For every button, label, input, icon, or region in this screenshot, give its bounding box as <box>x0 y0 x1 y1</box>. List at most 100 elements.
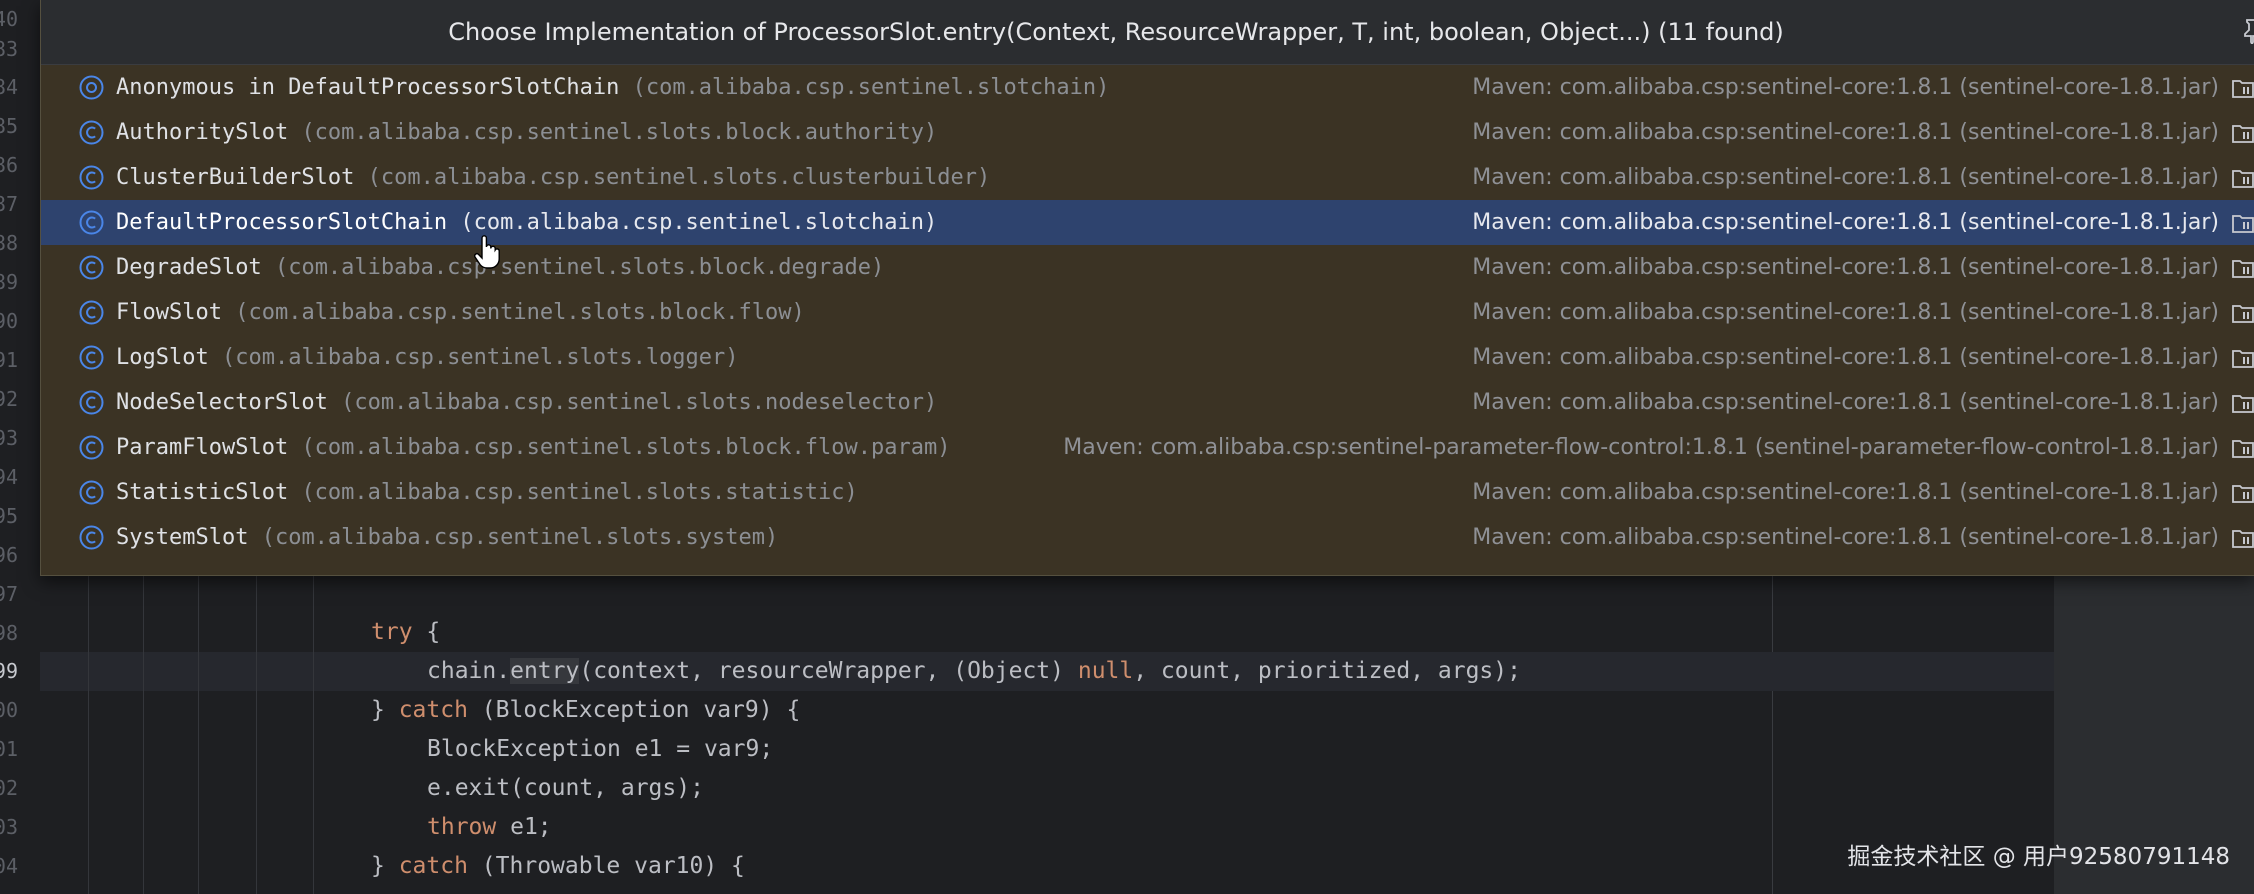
pin-icon[interactable] <box>2241 18 2254 44</box>
implementation-item[interactable]: ParamFlowSlot (com.alibaba.csp.sentinel.… <box>41 425 2254 470</box>
class-name: ParamFlowSlot <box>116 435 289 460</box>
library-name: Maven: com.alibaba.csp:sentinel-paramete… <box>1063 435 2219 460</box>
class-name: AuthoritySlot <box>116 120 289 145</box>
class-icon <box>79 300 104 325</box>
code-text: chain. <box>427 658 511 684</box>
library-folder-icon <box>2232 170 2254 188</box>
keyword: try <box>371 619 413 645</box>
code-text: (Throwable var10) { <box>467 853 745 879</box>
package-name: (com.alibaba.csp.sentinel.slots.block.de… <box>274 255 885 280</box>
implementation-item[interactable]: NodeSelectorSlot (com.alibaba.csp.sentin… <box>41 380 2254 425</box>
indent-guide <box>143 540 144 894</box>
anonymous-class-icon <box>79 75 104 100</box>
implementation-item-text: DegradeSlot (com.alibaba.csp.sentinel.sl… <box>116 245 884 290</box>
class-icon <box>79 480 104 505</box>
line-number: 89 <box>0 270 18 294</box>
line-number: 84 <box>0 75 18 99</box>
library-folder-icon <box>2232 350 2254 368</box>
implementation-item[interactable]: StatisticSlot (com.alibaba.csp.sentinel.… <box>41 470 2254 515</box>
implementation-item-text: FlowSlot (com.alibaba.csp.sentinel.slots… <box>116 290 805 335</box>
implementation-item[interactable]: DefaultProcessorSlotChain (com.alibaba.c… <box>41 200 2254 245</box>
watermark: 掘金技术社区 @ 用户92580791148 <box>1847 844 2230 870</box>
line-number: 86 <box>0 153 18 177</box>
class-name: DefaultProcessorSlotChain <box>116 210 448 235</box>
library-name: Maven: com.alibaba.csp:sentinel-core:1.8… <box>1472 390 2219 415</box>
class-name: ClusterBuilderSlot <box>116 165 355 190</box>
keyword: catch <box>398 697 468 723</box>
line-number: 01 <box>0 737 18 761</box>
library-name: Maven: com.alibaba.csp:sentinel-core:1.8… <box>1472 300 2219 325</box>
implementation-item[interactable]: DegradeSlot (com.alibaba.csp.sentinel.sl… <box>41 245 2254 290</box>
implementation-item-text: SystemSlot (com.alibaba.csp.sentinel.slo… <box>116 515 778 560</box>
implementation-item[interactable]: Anonymous in DefaultProcessorSlotChain (… <box>41 65 2254 110</box>
implementation-item[interactable]: SystemSlot (com.alibaba.csp.sentinel.slo… <box>41 515 2254 560</box>
library-name: Maven: com.alibaba.csp:sentinel-core:1.8… <box>1472 255 2219 280</box>
line-number: 92 <box>0 387 18 411</box>
code-text: (context, resourceWrapper, (Object) <box>579 658 1078 684</box>
class-name: LogSlot <box>116 345 209 370</box>
line-number: 97 <box>0 582 18 606</box>
library-name: Maven: com.alibaba.csp:sentinel-core:1.8… <box>1472 165 2219 190</box>
class-icon <box>79 435 104 460</box>
choose-implementation-popup[interactable]: Choose Implementation of ProcessorSlot.e… <box>40 0 2254 576</box>
line-number: 99 <box>0 659 18 683</box>
package-name: (com.alibaba.csp.sentinel.slots.block.fl… <box>235 300 805 325</box>
implementation-item[interactable]: LogSlot (com.alibaba.csp.sentinel.slots.… <box>41 335 2254 380</box>
implementation-item[interactable]: ClusterBuilderSlot (com.alibaba.csp.sent… <box>41 155 2254 200</box>
library-folder-icon <box>2232 440 2254 458</box>
implementation-item-text: NodeSelectorSlot (com.alibaba.csp.sentin… <box>116 380 937 425</box>
implementation-item[interactable]: FlowSlot (com.alibaba.csp.sentinel.slots… <box>41 290 2254 335</box>
keyword: null <box>1077 658 1134 684</box>
line-number: 91 <box>0 348 18 372</box>
implementation-list[interactable]: Anonymous in DefaultProcessorSlotChain (… <box>41 65 2254 560</box>
code-text: (BlockException var9) { <box>467 697 801 723</box>
line-number: 85 <box>0 114 18 138</box>
indent-guide <box>88 540 89 894</box>
package-name: (com.alibaba.csp.sentinel.slots.nodesele… <box>341 390 938 415</box>
line-number: 96 <box>0 543 18 567</box>
indent-guide <box>256 540 257 894</box>
indent-guide <box>313 540 314 894</box>
library-folder-icon <box>2232 395 2254 413</box>
implementation-item-text: ParamFlowSlot (com.alibaba.csp.sentinel.… <box>116 425 950 470</box>
code-text: } <box>371 697 399 723</box>
implementation-item[interactable]: AuthoritySlot (com.alibaba.csp.sentinel.… <box>41 110 2254 155</box>
class-name: FlowSlot <box>116 300 222 325</box>
implementation-item-text: LogSlot (com.alibaba.csp.sentinel.slots.… <box>116 335 739 380</box>
line-number: 98 <box>0 621 18 645</box>
package-name: (com.alibaba.csp.sentinel.slots.block.fl… <box>301 435 951 460</box>
class-name: Anonymous in DefaultProcessorSlotChain <box>116 75 620 100</box>
implementation-item-text: ClusterBuilderSlot (com.alibaba.csp.sent… <box>116 155 990 200</box>
line-number: 95 <box>0 504 18 528</box>
class-icon <box>79 255 104 280</box>
library-name: Maven: com.alibaba.csp:sentinel-core:1.8… <box>1472 210 2219 235</box>
class-name: SystemSlot <box>116 525 249 550</box>
library-name: Maven: com.alibaba.csp:sentinel-core:1.8… <box>1472 345 2219 370</box>
library-name: Maven: com.alibaba.csp:sentinel-core:1.8… <box>1472 75 2219 100</box>
line-number: 88 <box>0 231 18 255</box>
package-name: (com.alibaba.csp.sentinel.slotchain) <box>460 210 938 235</box>
library-folder-icon <box>2232 305 2254 323</box>
popup-title: Choose Implementation of ProcessorSlot.e… <box>448 18 1784 46</box>
library-name: Maven: com.alibaba.csp:sentinel-core:1.8… <box>1472 480 2219 505</box>
library-folder-icon <box>2232 215 2254 233</box>
library-folder-icon <box>2232 260 2254 278</box>
class-icon <box>79 165 104 190</box>
library-folder-icon <box>2232 125 2254 143</box>
code-line: e.exit(count, args); <box>427 775 704 801</box>
popup-header[interactable]: Choose Implementation of ProcessorSlot.e… <box>41 0 2254 65</box>
method-call-highlight: entry <box>510 658 580 684</box>
code-line: try { <box>371 613 440 652</box>
library-folder-icon <box>2232 80 2254 98</box>
keyword: catch <box>398 853 468 879</box>
class-icon <box>79 525 104 550</box>
code-text: } <box>371 853 399 879</box>
class-icon <box>79 390 104 415</box>
library-name: Maven: com.alibaba.csp:sentinel-core:1.8… <box>1472 120 2219 145</box>
class-icon <box>79 345 104 370</box>
line-number: 00 <box>0 698 18 722</box>
package-name: (com.alibaba.csp.sentinel.slots.system) <box>261 525 779 550</box>
class-icon <box>79 210 104 235</box>
code-text: { <box>412 619 441 645</box>
package-name: (com.alibaba.csp.sentinel.slots.logger) <box>221 345 739 370</box>
